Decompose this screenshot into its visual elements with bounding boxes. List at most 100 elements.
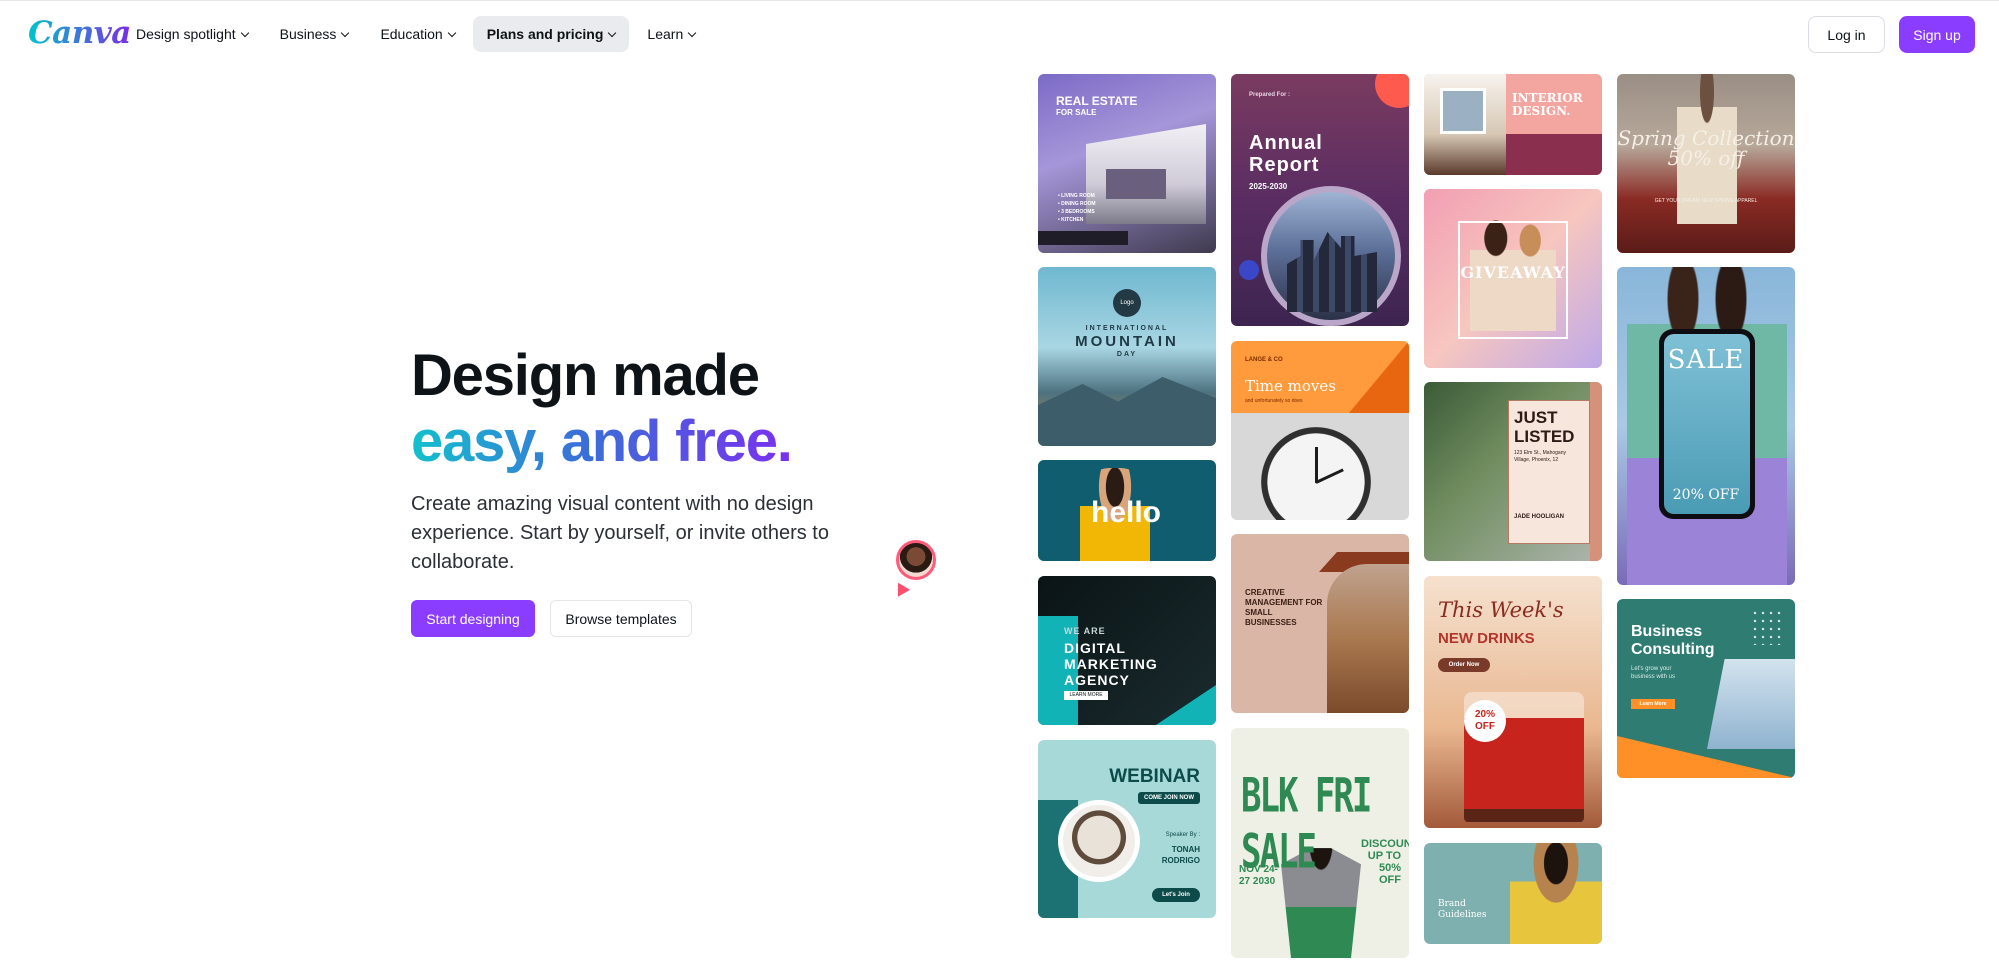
collaborator-avatar <box>896 540 936 580</box>
template-title: Time moves <box>1245 377 1336 395</box>
template-years: 2025-2030 <box>1249 182 1288 191</box>
nav-business[interactable]: Business <box>266 16 363 52</box>
template-just-listed[interactable]: JUST LISTED 123 Elm St., Mahogany Villag… <box>1424 382 1602 561</box>
chevron-down-icon <box>341 28 350 37</box>
template-title: GIVEAWAY <box>1460 263 1566 282</box>
collaborator-cursor-icon <box>891 579 911 597</box>
template-creative-management[interactable]: CREATIVE MANAGEMENT FOR SMALL BUSINESSES <box>1231 534 1409 713</box>
template-spring-collection[interactable]: Spring Collection 50% off GET YOUR DREAM… <box>1617 74 1795 253</box>
chevron-down-icon <box>608 28 617 37</box>
template-interior-design[interactable]: INTERIOR DESIGN. <box>1424 74 1602 175</box>
come-join-pill: COME JOIN NOW <box>1137 792 1200 804</box>
house-image <box>1086 124 1206 224</box>
city-image <box>1261 186 1401 326</box>
signup-button[interactable]: Sign up <box>1899 16 1975 53</box>
nav-label: Education <box>380 26 443 42</box>
template-body: Let's grow your business with us <box>1631 666 1676 680</box>
speaker-label: Speaker By : <box>1165 832 1200 838</box>
template-line1: INTERNATIONAL <box>1085 325 1169 332</box>
chevron-down-icon <box>447 28 456 37</box>
template-title: DIGITAL MARKETING AGENCY <box>1064 640 1158 688</box>
template-time-moves[interactable]: LANGE & CO Time moves and unfortunately … <box>1231 341 1409 520</box>
template-title: JUST LISTED <box>1514 408 1575 446</box>
feature-list: • LIVING ROOM • DINING ROOM • 3 BEDROOMS… <box>1058 192 1096 224</box>
template-real-estate[interactable]: REAL ESTATE FOR SALE • LIVING ROOM • DIN… <box>1038 74 1216 253</box>
hero-title-line1: Design made <box>411 343 760 408</box>
hero-title: Design made easy, and free. <box>411 343 793 475</box>
template-subtitle: NEW DRINKS <box>1438 630 1535 647</box>
speaker-name: TONAH RODRIGO <box>1161 845 1200 865</box>
template-title: Business Consulting <box>1631 623 1715 658</box>
chevron-down-icon <box>687 28 697 37</box>
mountain-image <box>1038 377 1216 446</box>
speaker-photo <box>1058 800 1140 882</box>
accent-band <box>1506 134 1602 175</box>
feature-item: • LIVING ROOM <box>1058 193 1095 199</box>
discount-label: DISCOUNT UP TO 50% OFF <box>1361 838 1409 886</box>
nav-label: Plans and pricing <box>486 26 604 42</box>
nav-learn[interactable]: Learn <box>633 16 709 52</box>
template-title: This Week's <box>1438 598 1564 622</box>
chevron-down-icon <box>240 28 249 37</box>
main-nav: Design spotlight Business Education Plan… <box>122 16 709 52</box>
template-subtitle: GET YOUR DREAM NEW SPRING APPAREL <box>1654 198 1758 204</box>
template-digital-marketing[interactable]: WE ARE DIGITAL MARKETING AGENCY LEARN MO… <box>1038 576 1216 725</box>
person-image <box>1510 843 1602 944</box>
template-webinar[interactable]: WEBINAR COME JOIN NOW Speaker By : TONAH… <box>1038 740 1216 918</box>
template-title: Annual Report <box>1249 132 1323 176</box>
listing-address: 123 Elm St., Mahogany Village, Phoenix, … <box>1514 450 1566 463</box>
template-title: WEBINAR <box>1109 766 1200 787</box>
template-mountain-day[interactable]: Logo INTERNATIONAL MOUNTAIN DAY <box>1038 267 1216 446</box>
browse-templates-button[interactable]: Browse templates <box>550 600 692 637</box>
sale-discount: 20% OFF <box>1672 487 1740 503</box>
learn-more-label: Learn More <box>1631 699 1675 709</box>
feature-item: • DINING ROOM <box>1058 201 1096 207</box>
accent-band <box>1590 382 1602 561</box>
logo-badge: Logo <box>1113 289 1141 317</box>
template-sale[interactable]: SALE 20% OFF <box>1617 267 1795 585</box>
canva-logo[interactable]: Canva <box>28 15 131 51</box>
template-title: Spring Collection 50% off <box>1617 126 1795 170</box>
room-image <box>1424 74 1506 175</box>
template-line3: DAY <box>1116 351 1138 358</box>
hero-subtitle: Create amazing visual content with no de… <box>411 493 829 573</box>
template-title: CREATIVE MANAGEMENT FOR SMALL BUSINESSES <box>1245 588 1323 627</box>
template-title: hello <box>1091 496 1162 529</box>
brand-label: LANGE & CO <box>1245 357 1283 363</box>
feature-item: • 3 BEDROOMS <box>1058 209 1095 215</box>
nav-label: Design spotlight <box>136 26 236 42</box>
dot-shape <box>1239 260 1259 280</box>
template-giveaway[interactable]: GIVEAWAY <box>1424 189 1602 368</box>
template-title: INTERIOR DESIGN. <box>1512 91 1583 118</box>
template-title: REAL ESTATE <box>1056 94 1138 108</box>
footer-strip <box>1038 231 1128 245</box>
discount-badge: 20% OFF <box>1464 700 1506 742</box>
nav-label: Learn <box>647 26 684 42</box>
template-brand-guidelines[interactable]: Brand Guidelines <box>1424 843 1602 944</box>
feature-item: • KITCHEN <box>1058 217 1084 223</box>
template-new-drinks[interactable]: This Week's NEW DRINKS Order Now 20% OFF <box>1424 576 1602 828</box>
template-line2: MOUNTAIN <box>1075 333 1179 350</box>
template-subtitle: FOR SALE <box>1056 108 1097 117</box>
agent-name: JADE HOOLIGAN <box>1514 514 1565 520</box>
template-annual-report[interactable]: Prepared For : Annual Report 2025-2030 <box>1231 74 1409 326</box>
hero-title-line2: easy, and free. <box>411 409 793 474</box>
prepared-label: Prepared For : <box>1249 92 1291 98</box>
start-designing-button[interactable]: Start designing <box>411 600 535 637</box>
template-title: SALE <box>1667 345 1745 375</box>
template-title: Brand Guidelines <box>1438 899 1487 920</box>
learn-more-label: LEARN MORE <box>1064 691 1108 700</box>
date-label: NOV 24-27 2030 <box>1239 864 1278 887</box>
nav-design-spotlight[interactable]: Design spotlight <box>122 16 262 52</box>
sun-shape <box>1375 74 1409 108</box>
clock-image <box>1261 427 1371 520</box>
template-business-consulting[interactable]: Business Consulting Let's grow your busi… <box>1617 599 1795 778</box>
join-pill: Let's Join <box>1152 888 1200 902</box>
person-image <box>1327 564 1409 713</box>
nav-education[interactable]: Education <box>366 16 468 52</box>
nav-plans-and-pricing[interactable]: Plans and pricing <box>472 16 630 52</box>
template-pretitle: WE ARE <box>1064 626 1106 636</box>
login-button[interactable]: Log in <box>1808 16 1885 53</box>
template-blk-fri-sale[interactable]: BLK FRI SALE DISCOUNT UP TO 50% OFF NOV … <box>1231 728 1409 958</box>
template-hello[interactable]: hello <box>1038 460 1216 561</box>
